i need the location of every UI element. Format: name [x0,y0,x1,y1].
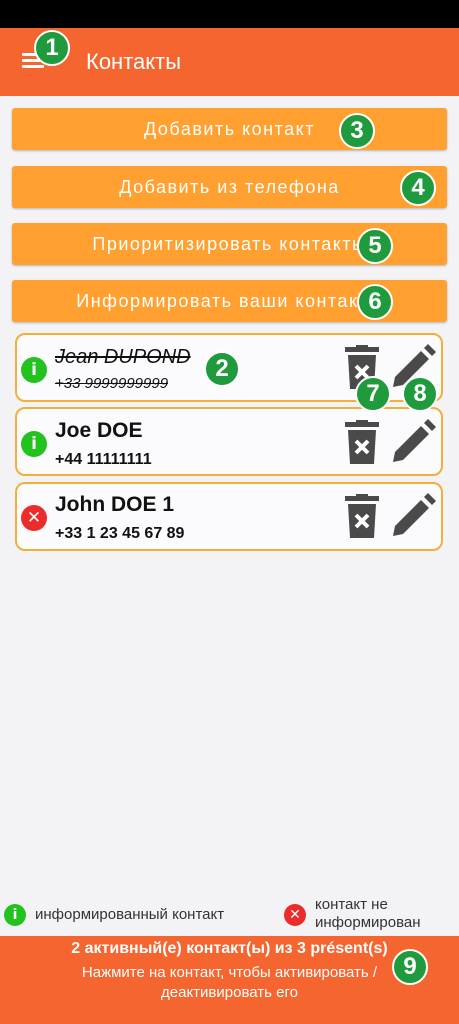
annotation-badge: 3 [339,113,375,149]
contact-phone: +33 9999999999 [55,375,169,392]
annotation-badge: 6 [357,284,393,320]
legend-not-informed: контакт не информирован [315,896,421,931]
annotation-badge: 4 [400,170,436,206]
active-count: 2 активный(е) контакт(ы) из 3 présent(s) [71,940,388,957]
add-contact-button[interactable]: Добавить контакт [12,108,447,150]
cross-icon: ✕ [21,505,47,531]
annotation-badge: 5 [357,228,393,264]
contact-name: Joe DOE [55,419,143,442]
legend-informed: информированный контакт [35,906,225,923]
info-icon: i [4,904,26,926]
page-title: Контакты [86,49,182,74]
trash-icon[interactable] [345,420,379,464]
trash-icon[interactable] [345,494,379,538]
contact-phone: +44 11111111 [55,451,152,468]
contact-name: John DOE 1 [55,493,175,516]
add-from-phone-button[interactable]: Добавить из телефона [12,166,447,208]
annotation-badge: 1 [34,30,70,66]
annotation-badge: 2 [204,351,240,387]
contact-card[interactable]: i Joe DOE +44 11111111 [15,407,443,476]
info-icon: i [21,431,47,457]
annotation-badge: 9 [392,949,428,985]
contact-card[interactable]: ✕ John DOE 1 +33 1 23 45 67 89 [15,482,443,551]
cross-icon: ✕ [284,904,306,926]
contact-phone: +33 1 23 45 67 89 [55,525,185,542]
pencil-icon[interactable] [391,418,437,464]
annotation-badge: 7 [355,376,391,412]
pencil-icon[interactable] [391,492,437,538]
app-bar [0,28,459,96]
system-status-bar [0,0,459,28]
annotation-badge: 8 [402,376,438,412]
contact-name: Jean DUPOND [55,346,191,368]
footer-bar: 2 активный(е) контакт(ы) из 3 présent(s)… [0,936,459,1024]
footer-hint: Нажмите на контакт, чтобы активировать /… [81,964,378,1001]
info-icon: i [21,357,47,383]
